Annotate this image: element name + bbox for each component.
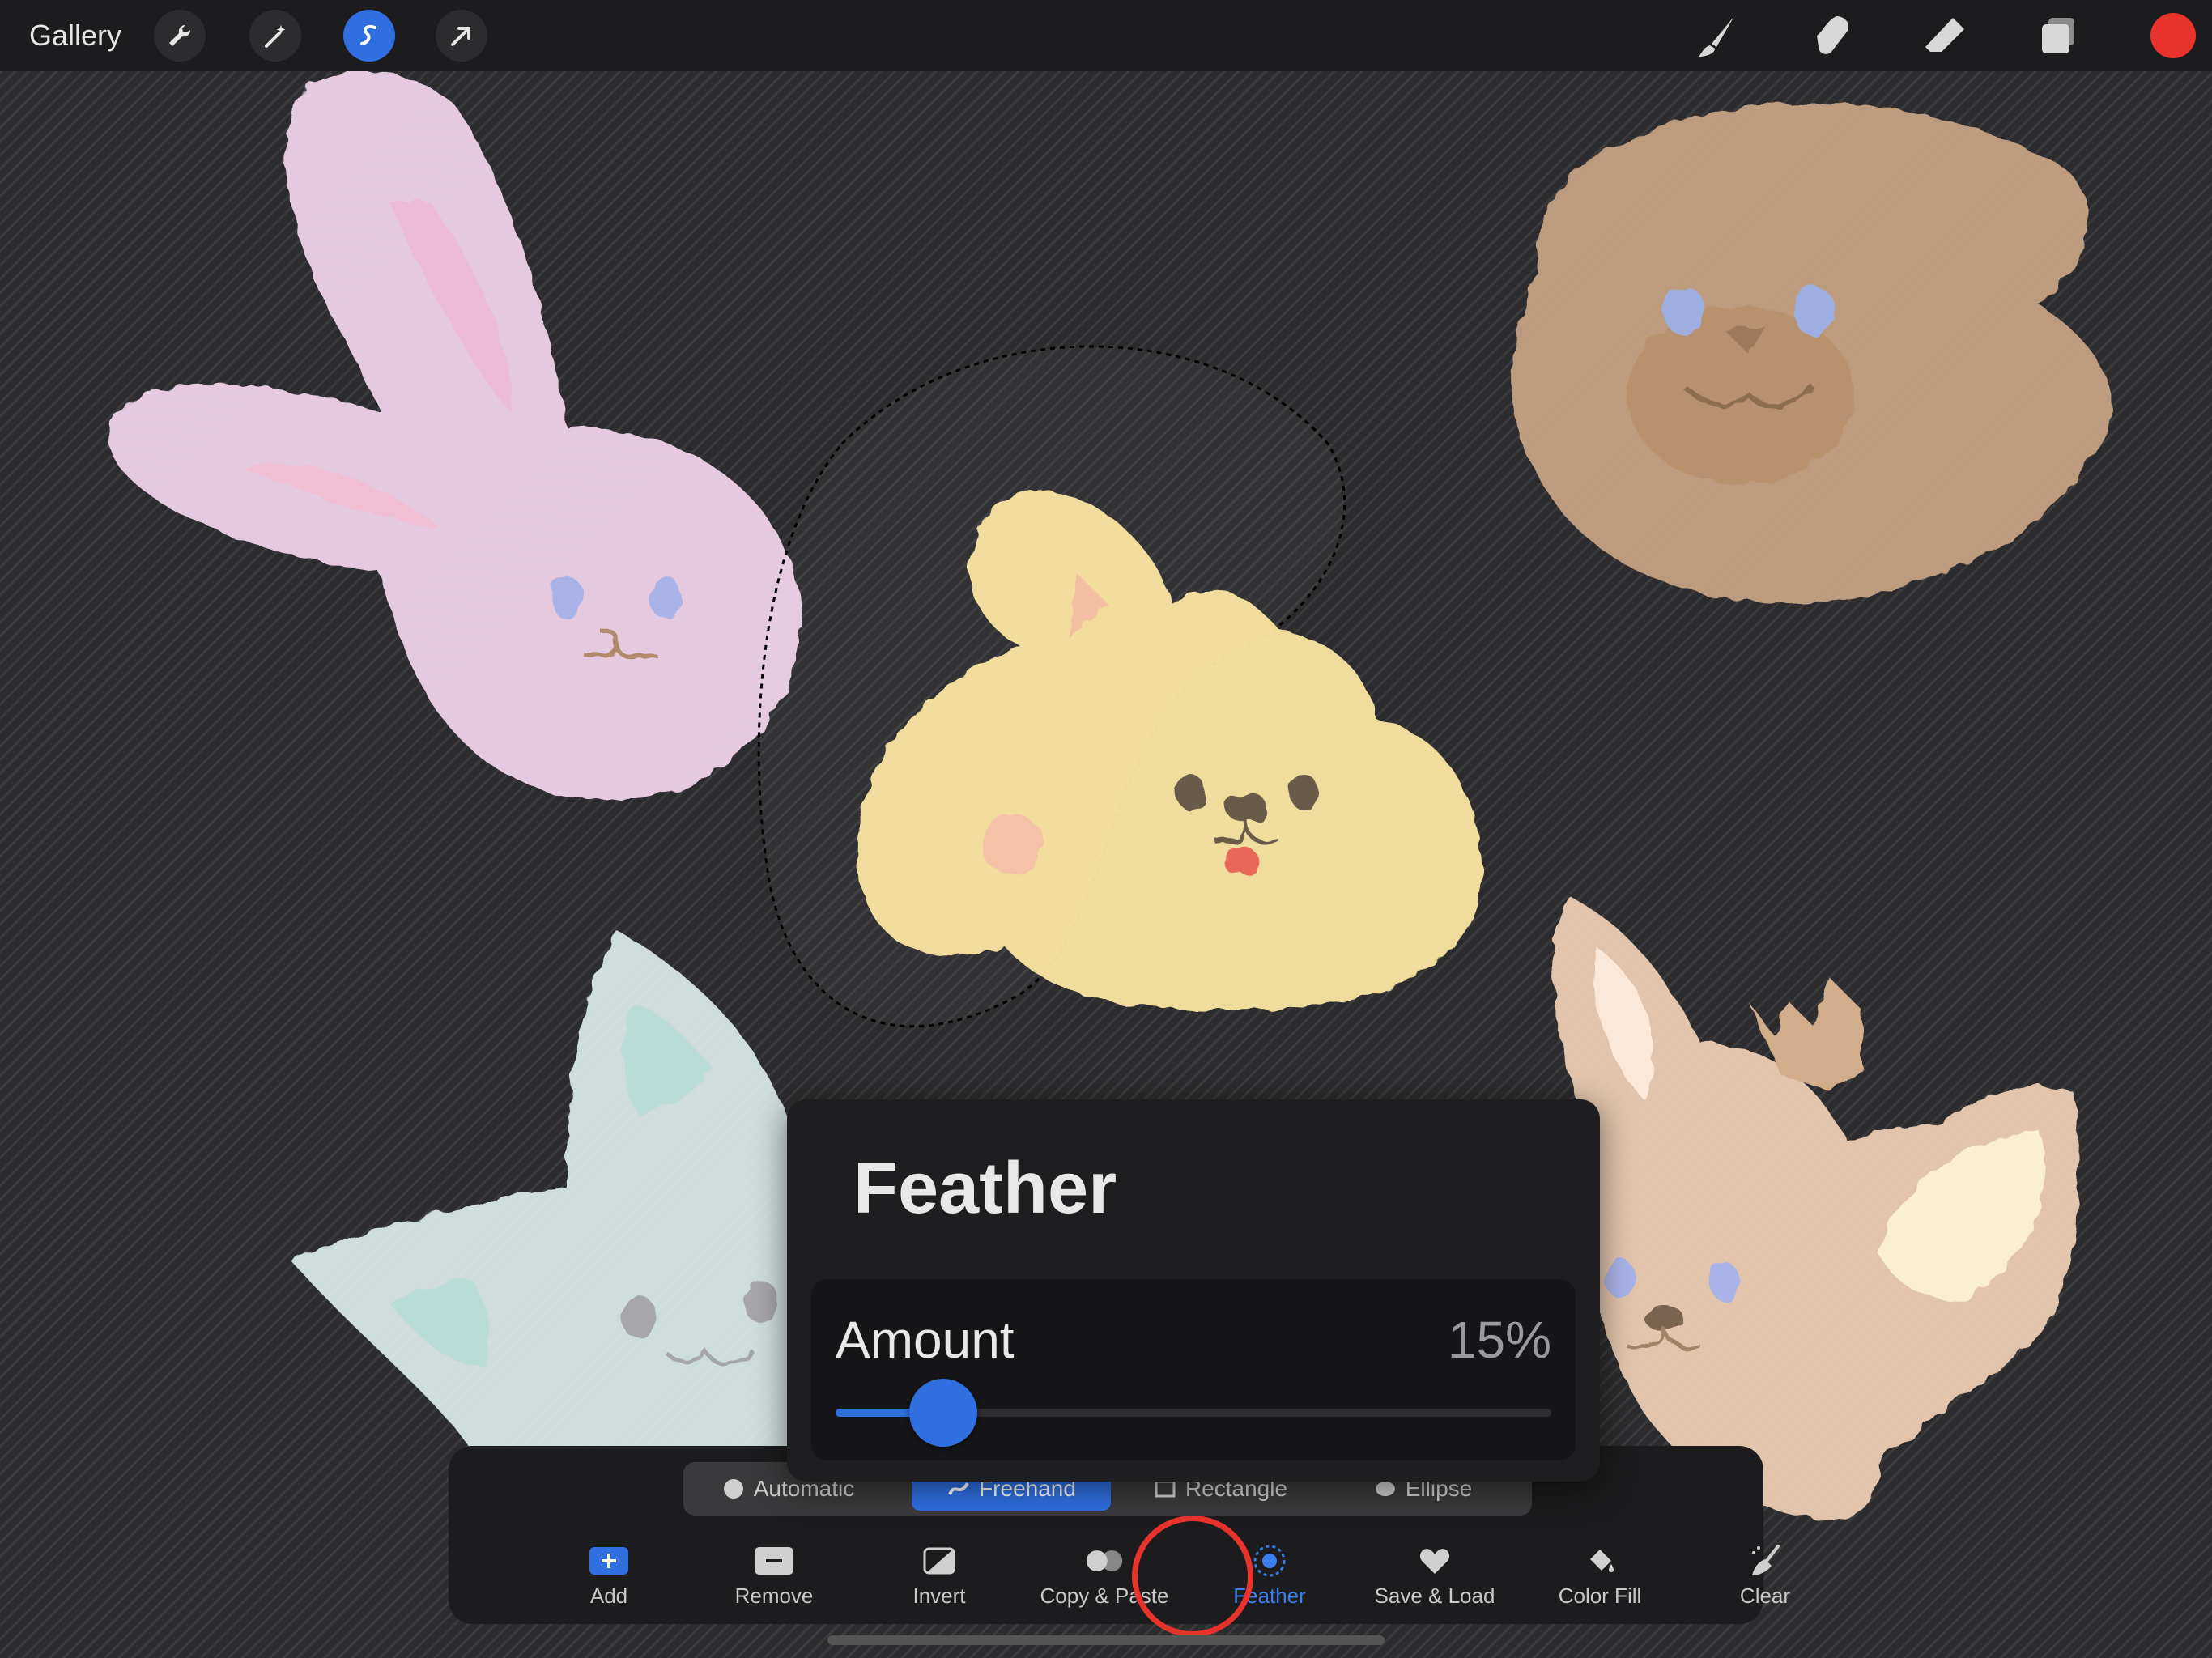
layers-icon: [2042, 18, 2074, 53]
selection-button[interactable]: [343, 10, 395, 62]
eraser-icon: [1925, 18, 1964, 52]
smudge-icon: [1817, 16, 1849, 54]
feather-icon: [1253, 1545, 1286, 1577]
color-fill-icon: [1590, 1550, 1614, 1572]
color-picker-button[interactable]: [2150, 13, 2196, 58]
invert-icon: [923, 1547, 955, 1575]
amount-card: Amount 15%: [811, 1279, 1576, 1460]
adjustments-button[interactable]: [249, 10, 301, 62]
transform-button[interactable]: [436, 10, 487, 62]
smudge-button[interactable]: [1804, 8, 1859, 63]
popover-title: Feather: [853, 1148, 1117, 1229]
invert-label: Invert: [912, 1584, 966, 1608]
invert-button[interactable]: Invert: [858, 1543, 1020, 1616]
remove-icon: [755, 1547, 793, 1575]
save-load-button[interactable]: Save & Load: [1354, 1543, 1516, 1616]
selection-icon: [360, 24, 376, 45]
amount-slider-knob[interactable]: [908, 1379, 977, 1447]
amount-value: 15%: [1447, 1311, 1551, 1369]
bear-drawing: [1511, 104, 2112, 604]
remove-label: Remove: [734, 1584, 814, 1608]
feather-highlight-ring: [1132, 1516, 1253, 1637]
brush-icon: [1699, 16, 1734, 57]
layers-button[interactable]: [2031, 8, 2086, 63]
top-toolbar: Gallery: [0, 0, 2212, 71]
brush-button[interactable]: [1691, 8, 1746, 63]
color-fill-label: Color Fill: [1558, 1584, 1642, 1608]
gallery-button[interactable]: Gallery: [29, 16, 121, 55]
amount-slider[interactable]: [836, 1379, 1551, 1447]
magic-wand-icon: [265, 25, 286, 48]
remove-button[interactable]: Remove: [693, 1543, 855, 1616]
clear-brush-icon: [1752, 1545, 1780, 1575]
color-fill-button[interactable]: Color Fill: [1519, 1543, 1681, 1616]
wrench-icon: [169, 24, 191, 46]
heart-icon: [1419, 1549, 1450, 1574]
clear-label: Clear: [1739, 1584, 1791, 1608]
deer-drawing: [1553, 897, 2079, 1520]
copy-paste-icon: [1086, 1550, 1123, 1571]
home-indicator[interactable]: [827, 1635, 1385, 1645]
bunny-drawing: [108, 71, 802, 800]
amount-label: Amount: [836, 1311, 1015, 1369]
save-load-label: Save & Load: [1374, 1584, 1495, 1608]
eraser-button[interactable]: [1917, 8, 1972, 63]
actions-wrench-button[interactable]: [154, 10, 206, 62]
automatic-icon: [723, 1479, 743, 1499]
transform-arrow-icon: [451, 27, 470, 46]
add-label: Add: [589, 1584, 628, 1608]
feather-popover: Feather Amount 15%: [787, 1099, 1600, 1482]
clear-button[interactable]: Clear: [1684, 1543, 1846, 1616]
add-button[interactable]: Add: [528, 1543, 690, 1616]
add-icon: [589, 1547, 628, 1575]
